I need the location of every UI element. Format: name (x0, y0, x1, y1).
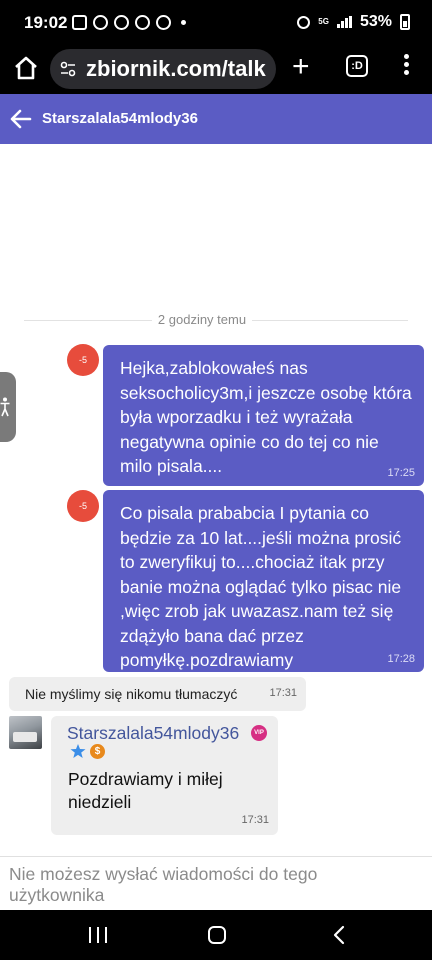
chat-header: Starszalala54mlody36 (0, 94, 432, 144)
message-time: 17:28 (387, 653, 415, 665)
message-time: 17:25 (387, 467, 415, 479)
system-navigation-bar (0, 910, 432, 960)
battery-icon (400, 14, 410, 30)
vip-badge: VIP (251, 725, 267, 741)
browser-toolbar: zbiornik.com/talk + :D (0, 46, 432, 94)
more-notifications-icon (181, 20, 186, 25)
url-text: zbiornik.com/talk (86, 56, 266, 81)
message-text: Pozdrawiamy i miłej niedzieli (68, 769, 223, 812)
site-settings-icon[interactable] (60, 61, 76, 77)
message-text: Hejka,zablokowałeś nas seksocholicy3m,i … (120, 358, 412, 476)
sender-name[interactable]: Starszalala54mlody36 (67, 723, 239, 744)
outgoing-message[interactable]: Hejka,zablokowałeś nas seksocholicy3m,i … (103, 345, 424, 486)
outgoing-message[interactable]: Co pisala prababcia I pytania co będzie … (103, 490, 424, 672)
chat-title: Starszalala54mlody36 (42, 110, 198, 127)
footer-divider (0, 856, 432, 857)
message-text: Co pisala prababcia I pytania co będzie … (120, 503, 402, 670)
more-menu-icon[interactable] (397, 54, 415, 78)
message-time: 17:31 (241, 814, 269, 826)
message-time: 17:31 (269, 687, 297, 699)
status-bar: 19:02 5G 53% (0, 0, 432, 46)
home-button-icon[interactable] (208, 926, 226, 944)
network-type: 5G (318, 17, 329, 26)
recents-icon[interactable] (89, 927, 107, 943)
message-text: Nie myślimy się nikomu tłumaczyć (25, 686, 238, 702)
chrome-icon (135, 15, 150, 30)
signal-icon (336, 16, 352, 28)
back-arrow-icon[interactable] (8, 106, 34, 132)
home-icon[interactable] (12, 54, 40, 82)
new-tab-icon[interactable]: + (292, 52, 310, 82)
back-icon[interactable] (331, 925, 347, 945)
mail-icon (72, 15, 87, 30)
tab-switcher-button[interactable]: :D (346, 55, 368, 77)
chrome-icon (156, 15, 171, 30)
accessibility-button[interactable] (0, 372, 16, 442)
separator-line (24, 320, 152, 321)
incoming-message[interactable]: Nie myślimy się nikomu tłumaczyć 17:31 (9, 677, 306, 711)
system-status: 5G 53% (297, 13, 410, 31)
avatar[interactable] (9, 716, 42, 749)
battery-percent: 53% (359, 13, 392, 30)
time-separator: 2 godziny temu (152, 312, 252, 327)
app-icon (93, 15, 108, 30)
cannot-send-notice: Nie możesz wysłać wiadomości do tego uży… (9, 864, 318, 905)
alarm-icon (297, 15, 311, 29)
message-rating-badge[interactable]: -5 (67, 490, 99, 522)
star-icon (70, 744, 86, 758)
accessibility-icon (0, 397, 10, 417)
address-bar[interactable]: zbiornik.com/talk (50, 49, 276, 89)
threads-icon (114, 15, 129, 30)
status-time: 19:02 (24, 13, 68, 32)
coin-icon: $ (90, 744, 105, 759)
incoming-message[interactable]: Starszalala54mlody36 VIP $ Pozdrawiamy i… (51, 716, 278, 835)
notification-icons (72, 15, 186, 30)
message-rating-badge[interactable]: -5 (67, 344, 99, 376)
separator-line (252, 320, 408, 321)
